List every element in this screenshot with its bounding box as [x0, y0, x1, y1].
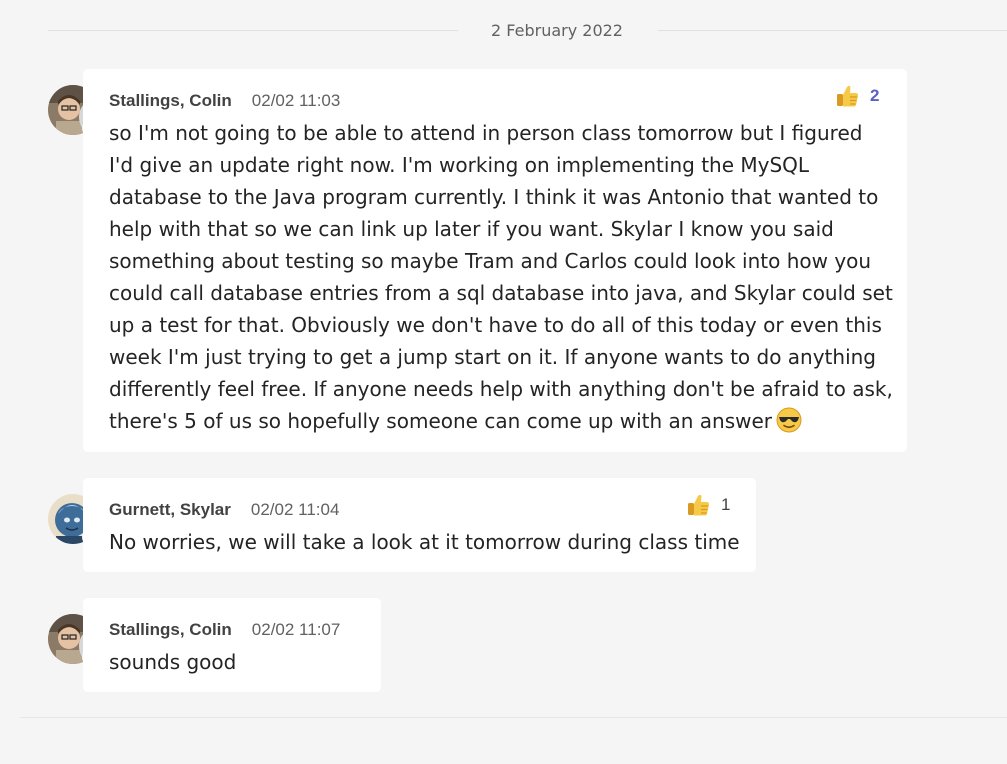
message-text: sounds good	[109, 650, 237, 674]
message-header: Gurnett, Skylar 02/02 11:04	[109, 500, 339, 520]
message-text: so I'm not going to be able to attend in…	[109, 117, 893, 437]
message-timestamp: 02/02 11:04	[250, 500, 340, 519]
message-card[interactable]: Gurnett, Skylar 02/02 11:04 1 No worries…	[83, 478, 756, 572]
date-divider-line-left	[48, 30, 458, 31]
message-header: Stallings, Colin 02/02 11:03	[109, 91, 340, 111]
message-timestamp: 02/02 11:03	[251, 91, 341, 110]
reaction-count: 1	[721, 495, 731, 514]
reaction-thumbs-up[interactable]: 2	[834, 83, 879, 109]
reaction-count: 2	[870, 86, 880, 105]
message-card[interactable]: Stallings, Colin 02/02 11:03 2 so I'm no…	[83, 69, 907, 452]
thread-separator	[20, 717, 1007, 718]
chat-thread: 2 February 2022 Stallings, Colin 02/02 1…	[0, 0, 1007, 764]
date-divider-label: 2 February 2022	[491, 21, 623, 40]
message-card[interactable]: Stallings, Colin 02/02 11:07 sounds good	[83, 598, 381, 692]
thumbs-up-icon	[837, 85, 859, 107]
message-author[interactable]: Gurnett, Skylar	[109, 500, 231, 520]
message-text: No worries, we will take a look at it to…	[109, 530, 740, 554]
message-author[interactable]: Stallings, Colin	[109, 91, 232, 111]
message-header: Stallings, Colin 02/02 11:07	[109, 620, 340, 640]
date-divider-line-right	[658, 30, 1007, 31]
message-body: so I'm not going to be able to attend in…	[109, 121, 893, 433]
reaction-thumbs-up[interactable]: 1	[685, 492, 730, 518]
thumbs-up-icon	[688, 494, 710, 516]
sunglasses-emoji-icon	[776, 407, 802, 433]
message-timestamp: 02/02 11:07	[251, 620, 341, 639]
message-author[interactable]: Stallings, Colin	[109, 620, 232, 640]
